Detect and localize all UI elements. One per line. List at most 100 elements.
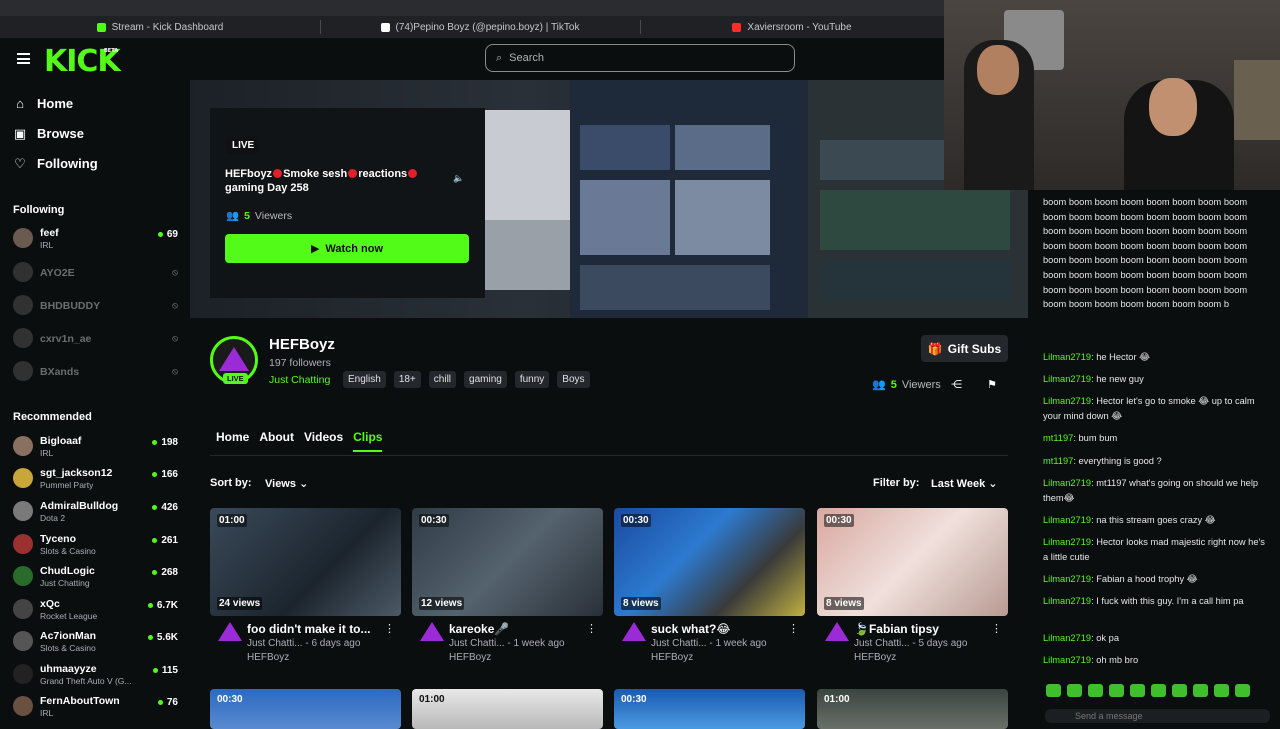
- channel-avatar[interactable]: [825, 622, 849, 641]
- chat-username: Lilman2719: [1043, 396, 1092, 406]
- more-options-icon[interactable]: ⋮: [991, 622, 1002, 635]
- gift-subs-button[interactable]: 🎁 Gift Subs: [921, 335, 1008, 362]
- tag[interactable]: chill: [428, 371, 457, 388]
- recommended-channel[interactable]: xQc Rocket League 6.7K: [13, 597, 178, 627]
- follower-count: 197 followers: [269, 357, 331, 369]
- channel-avatar[interactable]: [218, 622, 242, 641]
- browser-tab-youtube[interactable]: Xaviersroom - YouTube: [640, 16, 944, 38]
- clip-card[interactable]: 00:30: [614, 689, 805, 729]
- more-options-icon[interactable]: ⋮: [788, 622, 799, 635]
- clip-duration: 00:30: [419, 514, 449, 527]
- chat-message: Lilman2719: Hector looks mad majestic ri…: [1043, 537, 1265, 562]
- report-icon[interactable]: ⚑: [987, 378, 997, 391]
- clip-card[interactable]: 01:00: [817, 689, 1008, 729]
- channel-profile: LIVE HEFBoyz 197 followers Just Chatting…: [190, 318, 1028, 729]
- avatar: [13, 599, 33, 619]
- recommended-channel[interactable]: AdmiralBulldog Dota 2 426: [13, 499, 178, 529]
- following-channel-bhdbuddy[interactable]: BHDBUDDY ⦸: [13, 293, 178, 323]
- emote-icon: [1109, 684, 1124, 697]
- tab-divider: [210, 455, 1008, 456]
- clip-card[interactable]: 00:30 8 views 🍃Fabian tipsy Just Chatti.…: [817, 508, 1008, 668]
- chat-username: Lilman2719: [1043, 574, 1092, 584]
- chat-message: Lilman2719: na this stream goes crazy 😂: [1043, 515, 1216, 525]
- recommended-channel[interactable]: Bigloaaf IRL 198: [13, 434, 178, 464]
- nav-browse[interactable]: ▣ Browse: [13, 126, 84, 141]
- clip-owner[interactable]: HEFBoyz: [854, 652, 896, 663]
- clip-title[interactable]: suck what?😂: [651, 622, 730, 636]
- nav-following[interactable]: ♡ Following: [13, 156, 98, 171]
- chat-input[interactable]: Send a message: [1045, 709, 1270, 723]
- tag[interactable]: funny: [514, 371, 550, 388]
- chevron-down-icon: ⌄: [988, 478, 998, 490]
- volume-icon[interactable]: 🔈: [453, 173, 464, 184]
- chat-message: Lilman2719: Hector let's go to smoke 😂 u…: [1043, 396, 1255, 421]
- tag-list: English 18+ chill gaming funny Boys: [343, 371, 590, 388]
- recommended-channel[interactable]: uhmaayyze Grand Theft Auto V (G... 115: [13, 662, 178, 692]
- clip-card[interactable]: 01:00 24 views foo didn't make it to... …: [210, 508, 401, 668]
- clip-owner[interactable]: HEFBoyz: [247, 652, 289, 663]
- channel-avatar[interactable]: [420, 622, 444, 641]
- chat-username: mt1197: [1043, 456, 1074, 466]
- browser-tab-tiktok[interactable]: (74)Pepino Boyz (@pepino.boyz) | TikTok: [320, 16, 640, 38]
- stream-title[interactable]: HEFboyz Smoke sesh reactionsgaming Day 258: [225, 167, 440, 195]
- live-hero-banner[interactable]: [190, 80, 1028, 318]
- tag[interactable]: 18+: [393, 371, 421, 388]
- browser-tab-label: (74)Pepino Boyz (@pepino.boyz) | TikTok: [395, 21, 580, 33]
- clip-card[interactable]: 00:30 12 views kareoke🎤 Just Chatti... -…: [412, 508, 603, 668]
- channel-name: HEFBoyz: [269, 336, 335, 353]
- following-channel-feef[interactable]: feef IRL 69: [13, 226, 178, 256]
- browser-tab-label: Stream - Kick Dashboard: [111, 21, 224, 33]
- following-channel-ayo2e[interactable]: AYO2E ⦸: [13, 260, 178, 290]
- more-options-icon[interactable]: ⋮: [384, 622, 395, 635]
- channel-name: Ac7ionMan: [40, 630, 97, 642]
- channel-name: FernAboutTown: [40, 695, 120, 707]
- recommended-channel[interactable]: sgt_jackson12 Pummel Party 166: [13, 466, 178, 496]
- clip-title[interactable]: foo didn't make it to...: [247, 622, 371, 636]
- tab-clips[interactable]: Clips: [353, 430, 383, 452]
- chevron-down-icon: ⌄: [299, 478, 309, 490]
- avatar: [13, 664, 33, 684]
- tab-home[interactable]: Home: [216, 430, 249, 452]
- clip-meta: Just Chatti... - 1 week ago: [449, 638, 565, 649]
- clip-card[interactable]: 00:30: [210, 689, 401, 729]
- channel-avatar[interactable]: [622, 622, 646, 641]
- search-input[interactable]: ⌕ Search: [485, 44, 795, 72]
- watch-now-button[interactable]: ▶ Watch now: [225, 234, 469, 263]
- tag[interactable]: English: [343, 371, 386, 388]
- following-channel-cxrv1n[interactable]: cxrv1n_ae ⦸: [13, 326, 178, 356]
- channel-category: Slots & Casino: [40, 546, 96, 556]
- tab-videos[interactable]: Videos: [304, 430, 343, 452]
- menu-icon[interactable]: [17, 53, 30, 64]
- clip-title[interactable]: kareoke🎤: [449, 622, 509, 636]
- category-link[interactable]: Just Chatting: [269, 374, 330, 386]
- clip-owner[interactable]: HEFBoyz: [651, 652, 693, 663]
- following-channel-bxands[interactable]: BXands ⦸: [13, 359, 178, 389]
- emote-bar[interactable]: [1046, 684, 1250, 697]
- clip-card[interactable]: 00:30 8 views suck what?😂 Just Chatti...…: [614, 508, 805, 668]
- channel-category: Grand Theft Auto V (G...: [40, 676, 132, 686]
- nav-home[interactable]: ⌂ Home: [13, 96, 73, 111]
- more-options-icon[interactable]: ⋮: [586, 622, 597, 635]
- recommended-channel[interactable]: Tyceno Slots & Casino 261: [13, 532, 178, 562]
- sort-dropdown[interactable]: Views ⌄: [265, 477, 308, 490]
- browser-tab-kick[interactable]: Stream - Kick Dashboard: [0, 16, 320, 38]
- emote-icon: [1067, 684, 1082, 697]
- emote-icon: [1130, 684, 1145, 697]
- watch-now-label: Watch now: [325, 242, 384, 255]
- share-icon[interactable]: ⋲: [951, 378, 962, 391]
- tag[interactable]: Boys: [557, 371, 590, 388]
- tag[interactable]: gaming: [464, 371, 507, 388]
- tab-about[interactable]: About: [259, 430, 294, 452]
- clip-owner[interactable]: HEFBoyz: [449, 652, 491, 663]
- gift-icon: 🎁: [927, 341, 943, 356]
- kick-logo[interactable]: KICK BETA: [44, 44, 121, 79]
- recommended-channel[interactable]: Ac7ionMan Slots & Casino 5.6K: [13, 629, 178, 659]
- filter-dropdown[interactable]: Last Week ⌄: [931, 477, 998, 490]
- emote-icon: [1193, 684, 1208, 697]
- chat-username: Lilman2719: [1043, 655, 1092, 665]
- clip-card[interactable]: 01:00: [412, 689, 603, 729]
- recommended-channel[interactable]: ChudLogic Just Chatting 268: [13, 564, 178, 594]
- clip-title[interactable]: 🍃Fabian tipsy: [854, 622, 939, 636]
- avatar: [13, 566, 33, 586]
- nav-label: Following: [37, 156, 98, 171]
